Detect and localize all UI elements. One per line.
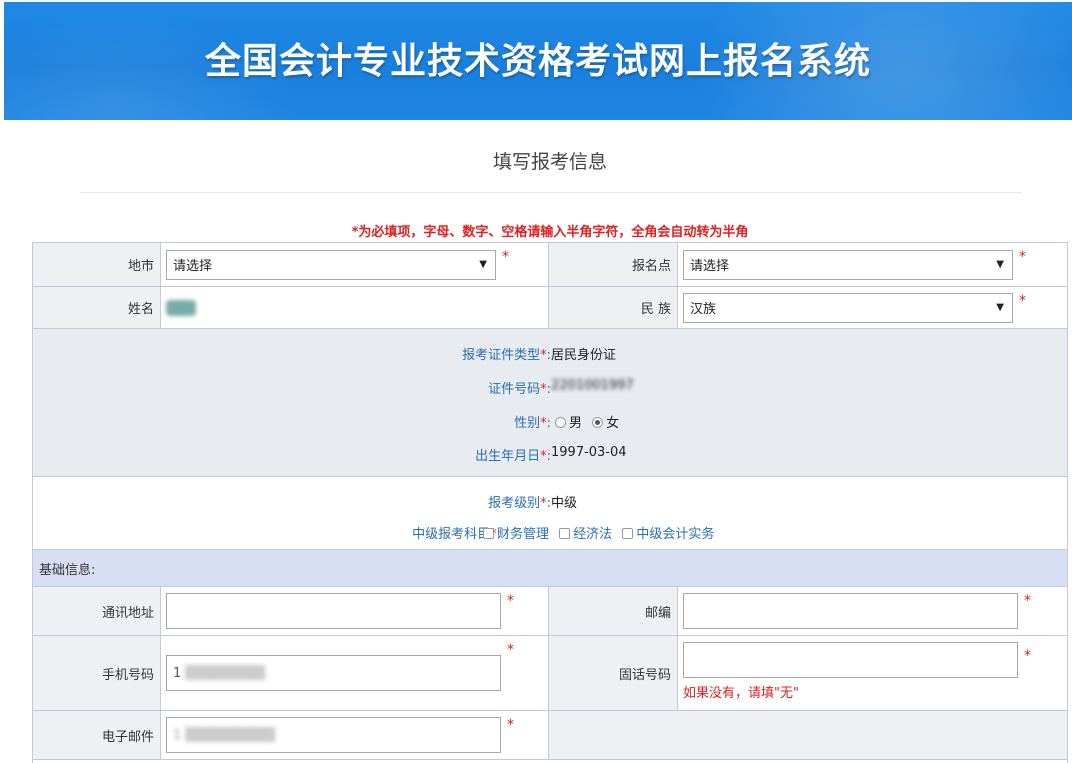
phone-label: 固话号码	[549, 636, 678, 710]
chevron-down-icon: ▼	[996, 301, 1004, 313]
required-notice: *为必填项，字母、数字、空格请输入半角字符，全角会自动转为半角	[351, 225, 749, 240]
ethnicity-cell: 汉族 ▼ *	[678, 287, 1067, 328]
required-mark: *	[1019, 293, 1026, 309]
name-label: 姓名	[33, 287, 161, 328]
gender-row: 性别*: 男 女	[33, 412, 1067, 432]
site-select[interactable]: 请选择 ▼	[683, 249, 1013, 280]
site-select-value: 请选择	[690, 259, 730, 274]
phone-input[interactable]	[683, 642, 1018, 678]
row-name-ethnicity: 姓名 民 族 汉族 ▼ *	[33, 287, 1067, 329]
address-cell: *	[161, 587, 549, 635]
id-number-value: 2201001997	[551, 378, 634, 393]
id-number-label: 证件号码*:	[488, 382, 551, 397]
city-select[interactable]: 请选择 ▼	[166, 249, 496, 280]
ethnicity-select-value: 汉族	[690, 302, 717, 317]
checkbox-icon	[622, 528, 634, 539]
checkbox-icon	[559, 528, 571, 539]
ethnicity-label: 民 族	[549, 287, 678, 328]
row-email: 电子邮件 1 ▒▒▒▒▒▒▒▒▒ *	[33, 711, 1067, 760]
required-mark: *	[507, 642, 514, 658]
email-input-value: 1	[173, 727, 182, 743]
checkbox-icon	[483, 528, 494, 539]
basic-info-header: 基础信息:	[33, 550, 1067, 587]
title-divider	[80, 192, 1022, 193]
gender-options: 男 女	[555, 412, 619, 431]
birth-row: 出生年月日*: 1997-03-04	[33, 445, 1067, 465]
id-type-row: 报考证件类型*: 居民身份证	[33, 344, 1067, 364]
birth-label: 出生年月日*:	[475, 449, 551, 464]
site-cell: 请选择 ▼ *	[678, 243, 1067, 286]
postcode-label: 邮编	[549, 587, 678, 635]
required-mark: *	[502, 249, 509, 265]
chevron-down-icon: ▼	[479, 258, 487, 270]
gender-option-female[interactable]: 女	[592, 416, 619, 431]
level-info-block: 报考级别*: 中级 中级报考科目*: 财务管理 经济法 中级会计实务	[33, 477, 1067, 550]
mobile-input[interactable]: 1 ▒▒▒▒▒▒▒▒	[166, 655, 501, 691]
id-type-label: 报考证件类型*:	[462, 348, 551, 363]
gender-label: 性别*:	[514, 416, 551, 431]
subject-option-law[interactable]: 经济法	[559, 527, 612, 542]
address-label: 通讯地址	[33, 587, 161, 635]
subjects-options: 财务管理 经济法 中级会计实务	[483, 523, 714, 542]
city-cell: 请选择 ▼ *	[161, 243, 549, 286]
mobile-input-value: 1	[173, 665, 182, 681]
mobile-cell: 1 ▒▒▒▒▒▒▒▒ *	[161, 636, 549, 710]
subject-option-finance[interactable]: 财务管理	[483, 527, 549, 542]
email-row-filler	[549, 711, 1067, 759]
email-label: 电子邮件	[33, 711, 161, 759]
phone-hint: 如果没有，请填"无"	[683, 686, 799, 701]
radio-icon	[555, 417, 566, 428]
row-address-postcode: 通讯地址 * 邮编 *	[33, 587, 1067, 636]
page-title: 填写报考信息	[492, 151, 607, 173]
level-label: 报考级别*:	[488, 496, 551, 511]
required-mark: *	[507, 593, 514, 609]
subjects-row: 中级报考科目*: 财务管理 经济法 中级会计实务	[33, 523, 1067, 543]
name-value-redacted	[166, 299, 196, 316]
row-mobile-phone: 手机号码 1 ▒▒▒▒▒▒▒▒ * 固话号码 * 如果没有，请填"无"	[33, 636, 1067, 711]
address-input[interactable]	[166, 593, 501, 629]
registration-form: 地市 请选择 ▼ * 报名点 请选择 ▼ * 姓名 民 族 汉族 ▼ * 报考证…	[32, 242, 1068, 763]
email-cell: 1 ▒▒▒▒▒▒▒▒▒ *	[161, 711, 549, 759]
email-input[interactable]: 1 ▒▒▒▒▒▒▒▒▒	[166, 717, 501, 753]
postcode-cell: *	[678, 587, 1067, 635]
chevron-down-icon: ▼	[996, 258, 1004, 270]
required-mark: *	[1024, 593, 1031, 609]
level-row: 报考级别*: 中级	[33, 492, 1067, 512]
id-number-row: 证件号码*: 2201001997	[33, 378, 1067, 398]
system-title: 全国会计专业技术资格考试网上报名系统	[204, 41, 871, 82]
name-cell	[161, 287, 549, 328]
header-banner: 全国会计专业技术资格考试网上报名系统	[4, 2, 1072, 120]
gender-option-male[interactable]: 男	[555, 416, 582, 431]
birth-value: 1997-03-04	[551, 445, 627, 460]
phone-cell: * 如果没有，请填"无"	[678, 636, 1067, 710]
site-label: 报名点	[549, 243, 678, 286]
mobile-input-redacted: ▒▒▒▒▒▒▒▒	[185, 665, 266, 681]
subject-option-accounting[interactable]: 中级会计实务	[622, 527, 714, 542]
ethnicity-select[interactable]: 汉族 ▼	[683, 292, 1013, 323]
radio-checked-icon	[592, 417, 604, 428]
city-label: 地市	[33, 243, 161, 286]
level-value: 中级	[551, 496, 578, 511]
email-input-redacted: ▒▒▒▒▒▒▒▒▒	[185, 727, 276, 743]
identity-info-block: 报考证件类型*: 居民身份证 证件号码*: 2201001997 性别*: 男 …	[33, 329, 1067, 477]
required-mark: *	[1024, 648, 1031, 664]
mobile-label: 手机号码	[33, 636, 161, 710]
required-mark: *	[507, 717, 514, 733]
row-city-site: 地市 请选择 ▼ * 报名点 请选择 ▼ *	[33, 243, 1067, 287]
postcode-input[interactable]	[683, 593, 1018, 629]
city-select-value: 请选择	[173, 259, 213, 274]
required-mark: *	[1019, 249, 1026, 265]
id-type-value: 居民身份证	[551, 348, 617, 363]
